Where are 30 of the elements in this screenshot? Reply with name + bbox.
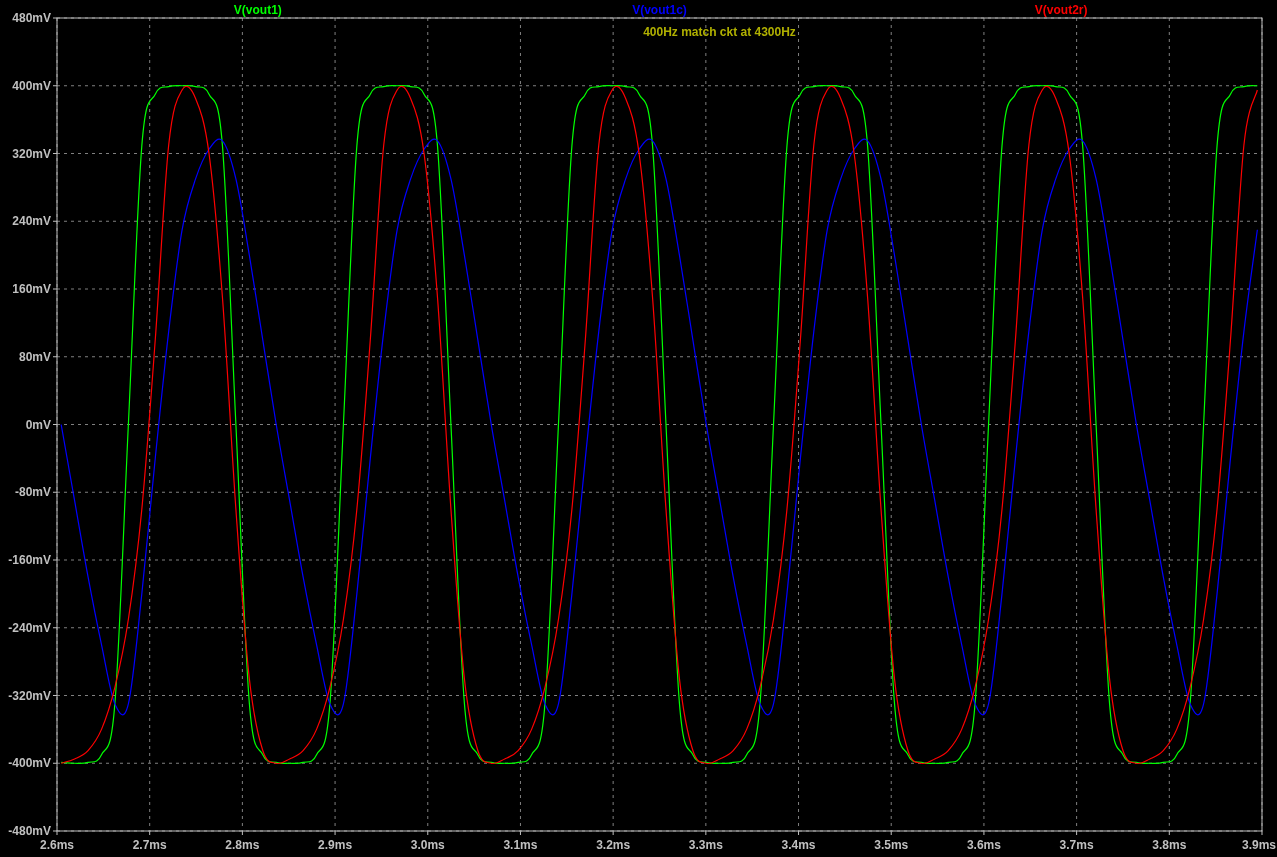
axis-label: 2.7ms [132, 838, 167, 852]
axis-label: -400mV [8, 756, 51, 771]
axis-label: 3.8ms [1152, 838, 1187, 852]
axis-label: 2.8ms [225, 838, 260, 852]
plot-title: 400Hz match ckt at 4300Hz [643, 25, 796, 39]
axis-label: 2.6ms [40, 838, 74, 852]
axis-label: 480mV [12, 11, 51, 25]
axis-label: 3.1ms [503, 838, 538, 852]
axis-label: 400mV [12, 78, 51, 93]
axis-label: -80mV [14, 485, 51, 500]
axis-label: 2.9ms [318, 838, 353, 852]
axis-label: -480mV [8, 824, 51, 838]
axis-label: 0mV [25, 417, 51, 432]
axis-label: 3.9ms [1241, 838, 1276, 852]
axis-label: 240mV [12, 214, 51, 229]
axis-label: 320mV [12, 146, 51, 161]
axis-label: 3.2ms [596, 838, 631, 852]
axis-label: 3.7ms [1059, 838, 1094, 852]
axis-label: 3.5ms [874, 838, 909, 852]
axis-label: 3.4ms [781, 838, 816, 852]
axis-label: -240mV [8, 620, 51, 635]
axis-label: 3.0ms [410, 838, 445, 852]
axis-label: -160mV [8, 553, 51, 567]
axis-label: 3.3ms [688, 838, 723, 852]
axis-label: 160mV [12, 282, 51, 296]
axis-label: 3.6ms [966, 838, 1001, 852]
axis-label: 80mV [18, 349, 51, 364]
axis-label: -320mV [8, 688, 51, 703]
trace-label[interactable]: V(vout1) [233, 3, 282, 17]
trace-label[interactable]: V(vout2r) [1034, 3, 1088, 17]
